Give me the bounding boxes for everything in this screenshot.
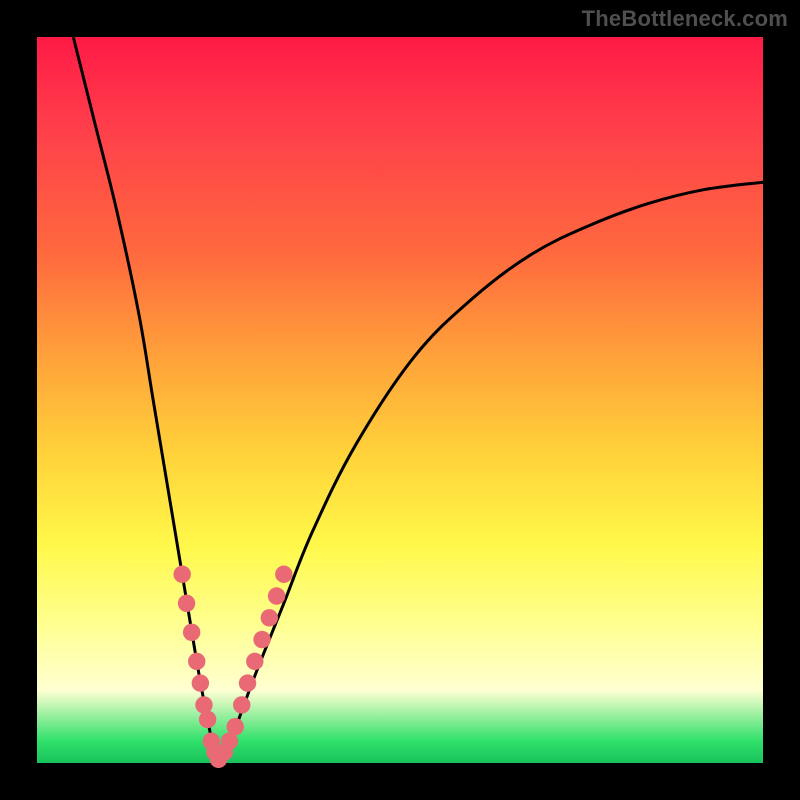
curve-marker bbox=[188, 653, 205, 670]
curve-marker bbox=[178, 595, 195, 612]
curve-marker bbox=[183, 624, 200, 641]
curve-marker bbox=[199, 711, 216, 728]
curve-marker bbox=[261, 609, 278, 626]
plot-area bbox=[37, 37, 763, 763]
curve-marker bbox=[226, 718, 243, 735]
curve-marker bbox=[253, 631, 270, 648]
curve-marker bbox=[233, 696, 250, 713]
chart-frame: TheBottleneck.com bbox=[0, 0, 800, 800]
curve-marker bbox=[268, 587, 285, 604]
curve-marker bbox=[275, 566, 292, 583]
curve-marker bbox=[195, 696, 212, 713]
curve-marker bbox=[173, 566, 190, 583]
curve-marker bbox=[239, 674, 256, 691]
curve-markers bbox=[173, 566, 292, 769]
bottleneck-curve bbox=[73, 37, 763, 763]
curve-marker bbox=[192, 674, 209, 691]
watermark-text: TheBottleneck.com bbox=[582, 6, 788, 32]
bottleneck-curve-svg bbox=[37, 37, 763, 763]
curve-marker bbox=[246, 653, 263, 670]
